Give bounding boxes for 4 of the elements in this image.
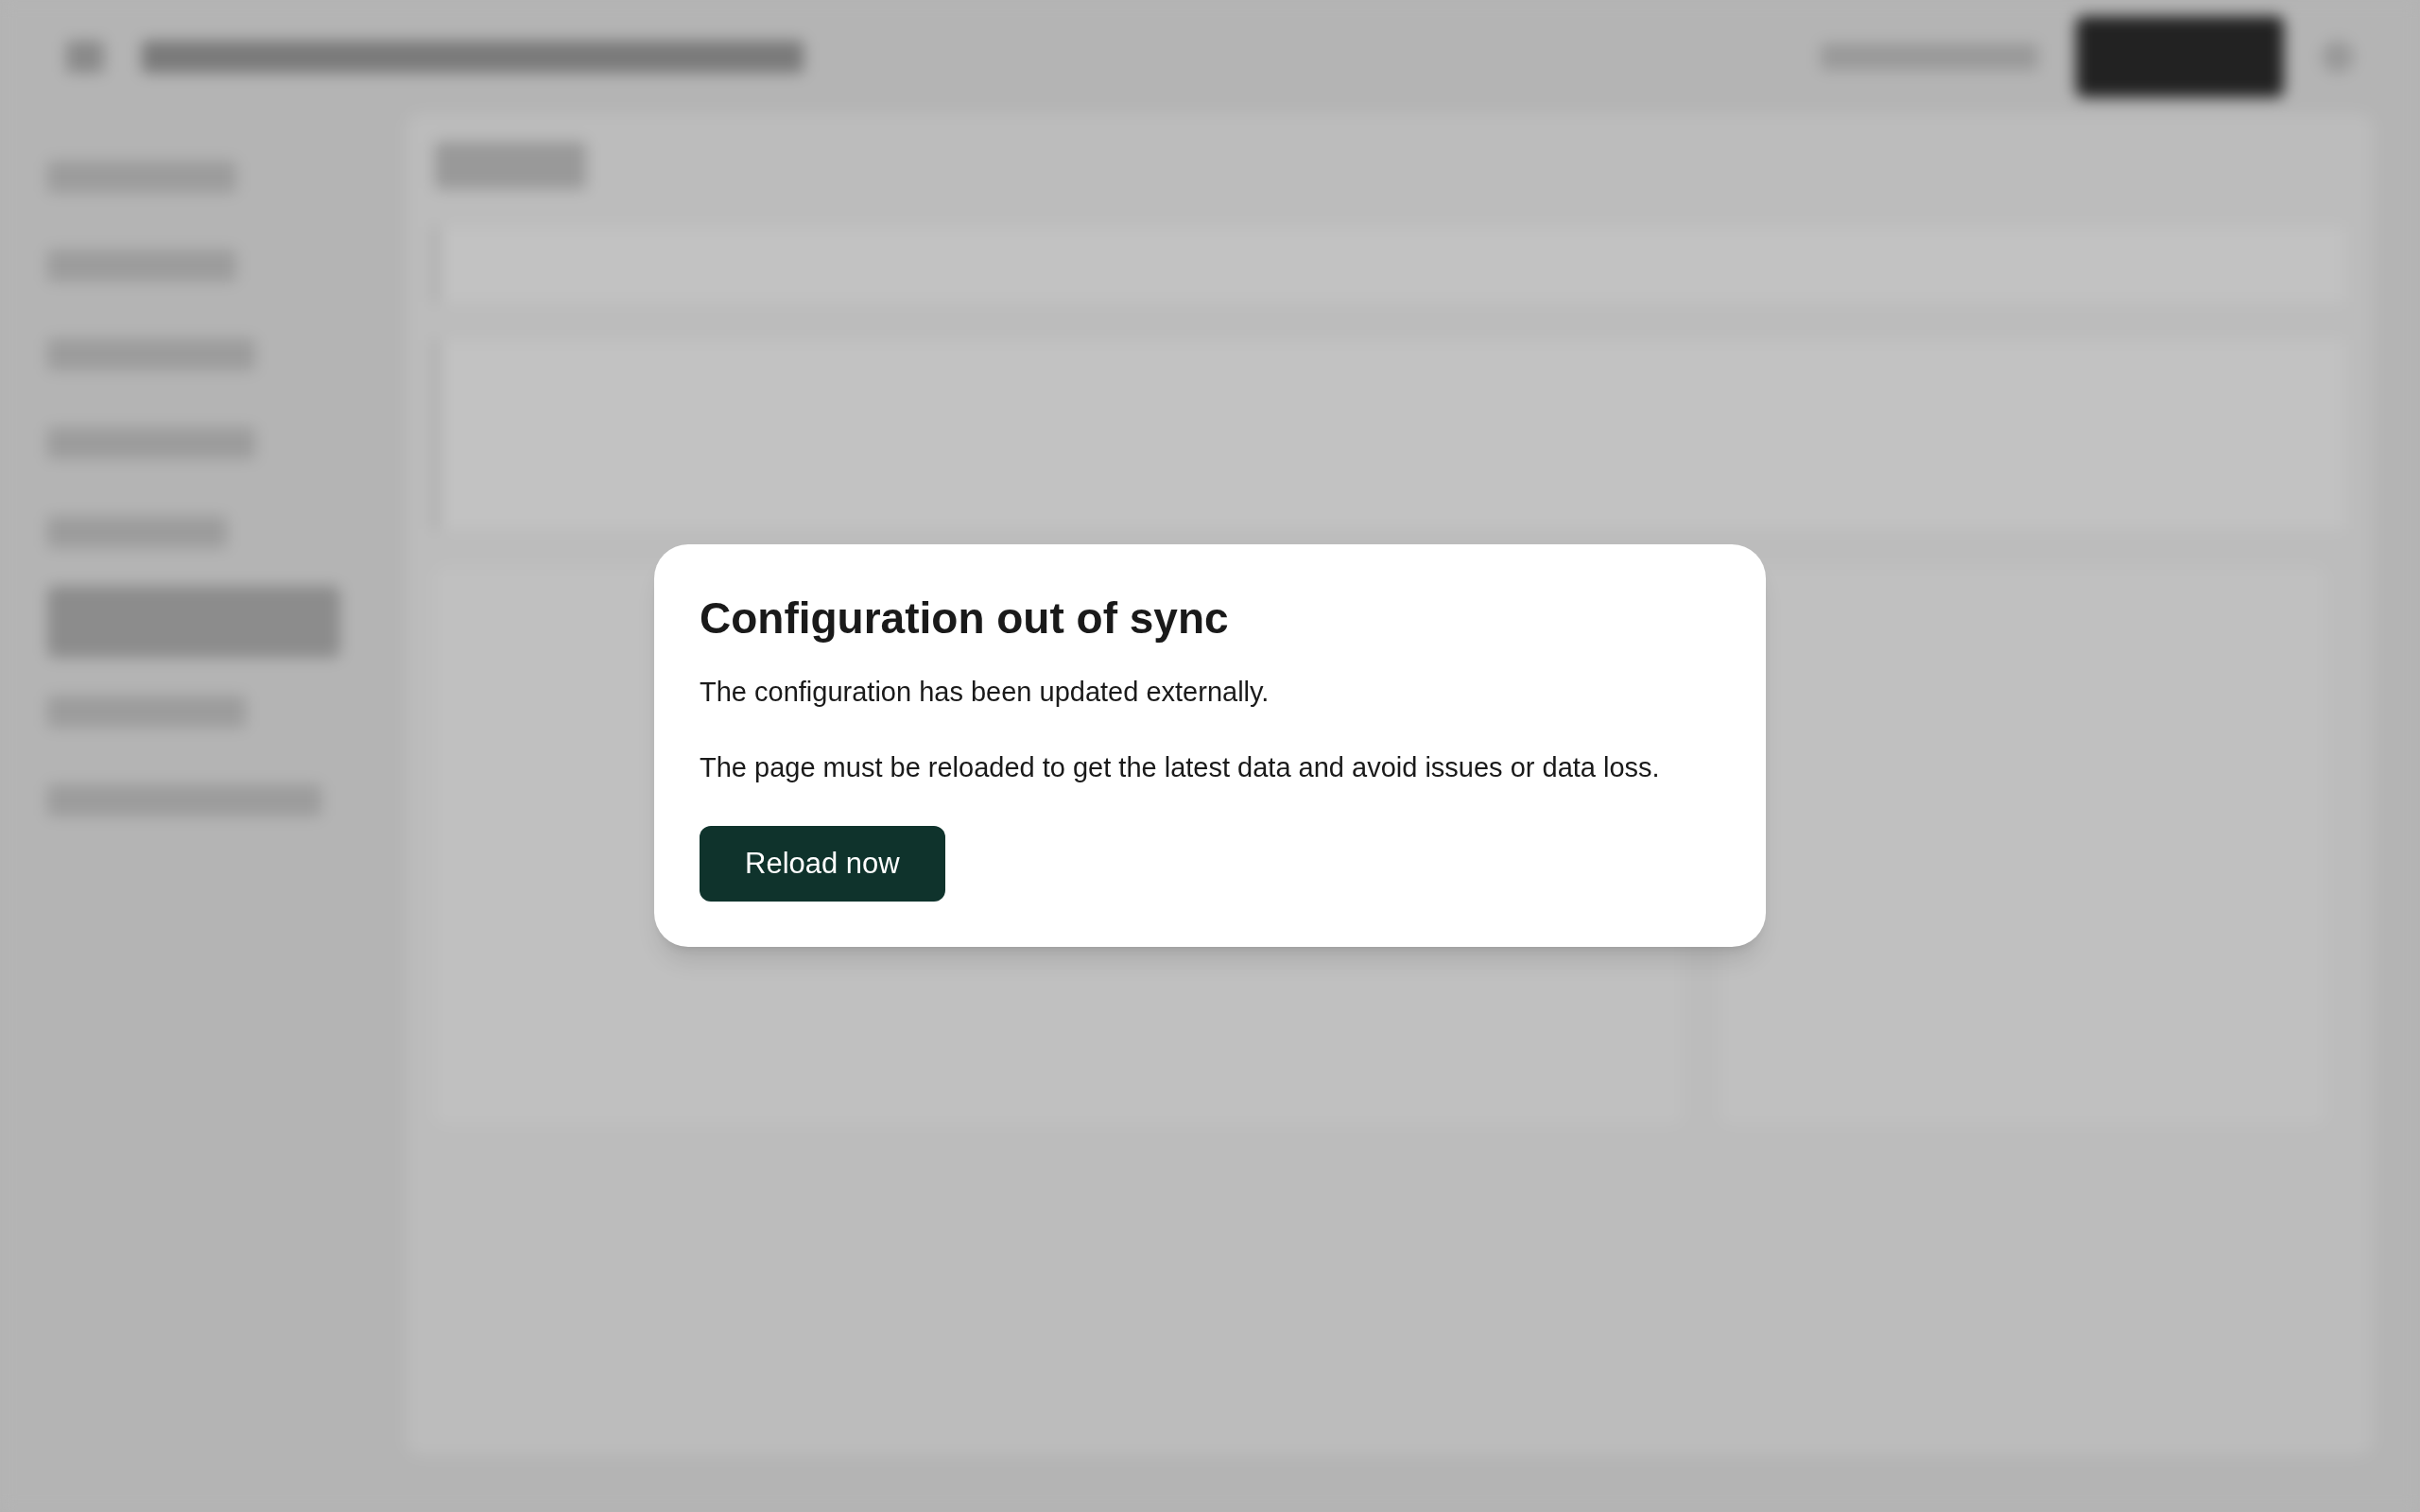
dialog-title: Configuration out of sync bbox=[700, 593, 1230, 644]
dialog-message: The configuration has been updated externally. bbox=[700, 675, 1270, 709]
reload-now-button[interactable]: Reload now bbox=[700, 826, 945, 902]
dialog-message: The page must be reloaded to get the latest data and avoid issues or data loss. bbox=[700, 750, 1661, 784]
